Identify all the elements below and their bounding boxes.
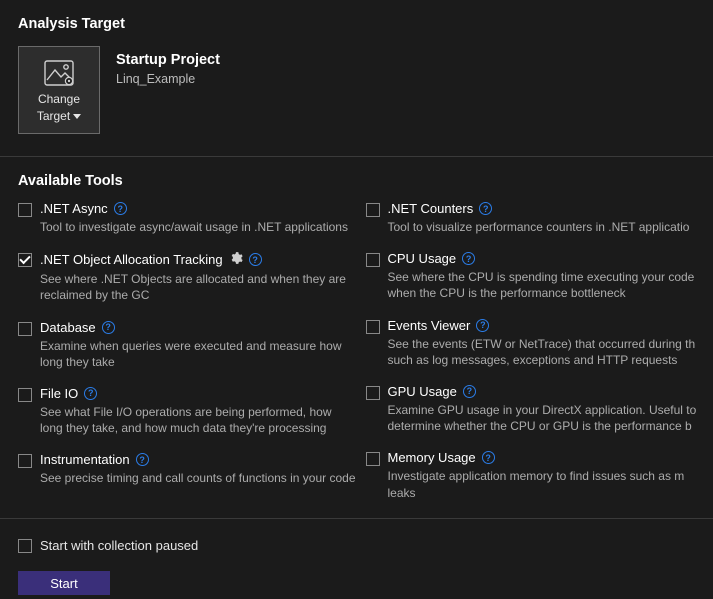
tool-head: Memory Usage [388, 450, 704, 465]
start-button-label: Start [50, 576, 77, 591]
analysis-target-row: Change Target Startup Project Linq_Examp… [18, 32, 713, 134]
available-tools-section: Available Tools .NET Async Tool to invest… [0, 157, 713, 501]
tool-body: Memory Usage Investigate application memo… [388, 450, 704, 500]
tool-item: .NET Object Allocation Tracking See where… [18, 251, 356, 303]
info-icon[interactable] [249, 253, 262, 266]
tool-item: .NET Async Tool to investigate async/awai… [18, 201, 356, 235]
tool-body: .NET Counters Tool to visualize performan… [388, 201, 690, 235]
tool-body: .NET Object Allocation Tracking See where… [40, 251, 356, 303]
tool-body: File IO See what File I/O operations are … [40, 386, 356, 436]
tool-body: Database Examine when queries were execut… [40, 320, 356, 370]
info-icon[interactable] [84, 387, 97, 400]
start-paused-row: Start with collection paused [18, 537, 713, 571]
tool-description: Examine when queries were executed and m… [40, 338, 356, 370]
tool-head: .NET Object Allocation Tracking [40, 251, 356, 268]
tool-name: CPU Usage [388, 251, 457, 266]
bottom-bar: Start with collection paused Start [0, 518, 713, 595]
tool-head: Events Viewer [388, 318, 704, 333]
tool-head: GPU Usage [388, 384, 704, 399]
tool-head: Instrumentation [40, 452, 356, 467]
tools-grid: .NET Async Tool to investigate async/awai… [18, 189, 713, 501]
tool-body: GPU Usage Examine GPU usage in your Direc… [388, 384, 704, 434]
change-target-label-line2-row: Target [37, 109, 81, 123]
tool-head: CPU Usage [388, 251, 704, 266]
tool-item: GPU Usage Examine GPU usage in your Direc… [366, 384, 704, 434]
tool-description: See precise timing and call counts of fu… [40, 470, 356, 486]
tool-description: Investigate application memory to find i… [388, 468, 704, 500]
tool-name: GPU Usage [388, 384, 457, 399]
tool-name: Memory Usage [388, 450, 476, 465]
tool-name: .NET Object Allocation Tracking [40, 252, 223, 267]
change-target-label-line1: Change [38, 92, 80, 106]
info-icon[interactable] [102, 321, 115, 334]
tool-description: Tool to investigate async/await usage in… [40, 219, 348, 235]
target-subtitle: Linq_Example [116, 68, 220, 86]
tool-checkbox[interactable] [366, 203, 380, 217]
tool-head: File IO [40, 386, 356, 401]
info-icon[interactable] [136, 453, 149, 466]
change-target-image-icon [38, 57, 80, 89]
tool-item: Instrumentation See precise timing and ca… [18, 452, 356, 486]
tools-right-column: .NET Counters Tool to visualize performan… [366, 201, 713, 501]
tool-checkbox[interactable] [18, 253, 32, 267]
analysis-target-section: Analysis Target Change Target Startup Pr… [0, 0, 713, 134]
tool-name: Events Viewer [388, 318, 471, 333]
tool-checkbox[interactable] [366, 253, 380, 267]
tool-body: Instrumentation See precise timing and ca… [40, 452, 356, 486]
start-paused-checkbox[interactable] [18, 539, 32, 553]
tool-head: Database [40, 320, 356, 335]
analysis-target-heading: Analysis Target [18, 16, 713, 32]
tool-item: CPU Usage See where the CPU is spending t… [366, 251, 704, 301]
tool-description: Examine GPU usage in your DirectX applic… [388, 402, 704, 434]
start-button[interactable]: Start [18, 571, 110, 595]
tool-head: .NET Counters [388, 201, 690, 216]
tools-left-column: .NET Async Tool to investigate async/awai… [18, 201, 366, 501]
tool-checkbox[interactable] [366, 452, 380, 466]
tool-description: See where the CPU is spending time execu… [388, 269, 704, 301]
tool-item: .NET Counters Tool to visualize performan… [366, 201, 704, 235]
tool-checkbox[interactable] [366, 320, 380, 334]
change-target-button[interactable]: Change Target [18, 46, 100, 134]
tool-checkbox[interactable] [366, 386, 380, 400]
change-target-label-line2: Target [37, 109, 70, 123]
info-icon[interactable] [482, 451, 495, 464]
start-paused-label: Start with collection paused [40, 538, 198, 553]
tool-body: CPU Usage See where the CPU is spending t… [388, 251, 704, 301]
tool-name: .NET Async [40, 201, 108, 216]
gear-icon[interactable] [229, 251, 243, 265]
target-title: Startup Project [116, 52, 220, 68]
info-icon[interactable] [476, 319, 489, 332]
tool-name: .NET Counters [388, 201, 474, 216]
tool-checkbox[interactable] [18, 322, 32, 336]
tool-checkbox[interactable] [18, 388, 32, 402]
tool-body: Events Viewer See the events (ETW or NetT… [388, 318, 704, 368]
tool-name: Database [40, 320, 96, 335]
info-icon[interactable] [114, 202, 127, 215]
info-icon[interactable] [463, 385, 476, 398]
info-icon[interactable] [479, 202, 492, 215]
tool-description: See where .NET Objects are allocated and… [40, 271, 356, 303]
tool-description: See the events (ETW or NetTrace) that oc… [388, 336, 704, 368]
available-tools-heading: Available Tools [18, 173, 713, 189]
divider [0, 518, 713, 519]
tool-item: Events Viewer See the events (ETW or NetT… [366, 318, 704, 368]
tool-body: .NET Async Tool to investigate async/awai… [40, 201, 348, 235]
tool-name: File IO [40, 386, 78, 401]
tool-item: File IO See what File I/O operations are … [18, 386, 356, 436]
tool-description: Tool to visualize performance counters i… [388, 219, 690, 235]
tool-checkbox[interactable] [18, 454, 32, 468]
tool-item: Database Examine when queries were execut… [18, 320, 356, 370]
tool-checkbox[interactable] [18, 203, 32, 217]
info-icon[interactable] [462, 252, 475, 265]
chevron-down-icon [73, 114, 81, 119]
tool-settings-button[interactable] [229, 251, 243, 268]
tool-description: See what File I/O operations are being p… [40, 404, 356, 436]
tool-name: Instrumentation [40, 452, 130, 467]
tool-head: .NET Async [40, 201, 348, 216]
tool-item: Memory Usage Investigate application memo… [366, 450, 704, 500]
target-info: Startup Project Linq_Example [100, 46, 220, 134]
